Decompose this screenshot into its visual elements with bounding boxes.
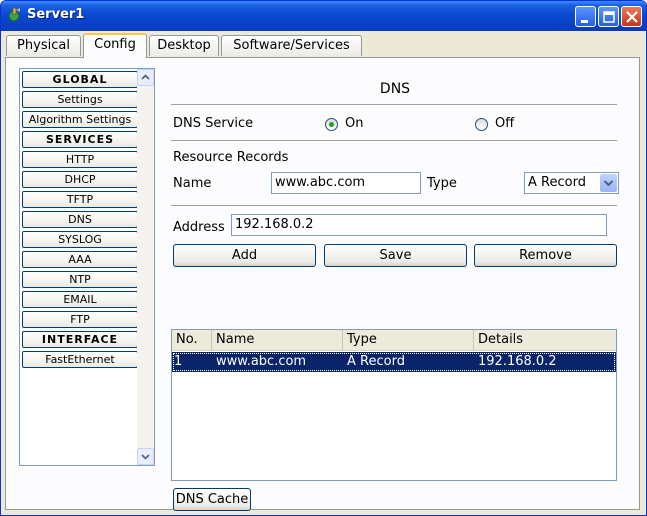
tab-config[interactable]: Config — [83, 33, 147, 58]
name-input[interactable]: www.abc.com — [271, 172, 421, 194]
scroll-up-button[interactable] — [137, 69, 154, 86]
sidebar-header-interface: INTERFACE — [22, 331, 138, 348]
chevron-down-icon — [138, 449, 153, 464]
config-sidebar: GLOBAL Settings Algorithm Settings SERVI… — [19, 68, 155, 466]
sidebar-item-aaa[interactable]: AAA — [22, 251, 138, 268]
sidebar-item-dns[interactable]: DNS — [22, 211, 138, 228]
minimize-icon — [576, 7, 597, 28]
title-bar[interactable]: Server1 — [1, 1, 646, 31]
sidebar-item-http[interactable]: HTTP — [22, 151, 138, 168]
address-input[interactable]: 192.168.0.2 — [231, 214, 607, 236]
column-header-type[interactable]: Type — [343, 330, 474, 350]
column-header-name[interactable]: Name — [212, 330, 343, 350]
column-header-no[interactable]: No. — [172, 330, 212, 350]
sidebar-item-fastethernet[interactable]: FastEthernet — [22, 351, 138, 368]
config-panel: GLOBAL Settings Algorithm Settings SERVI… — [5, 57, 640, 510]
minimize-button[interactable] — [575, 6, 596, 27]
row-no: 1 — [172, 352, 182, 372]
maximize-icon — [599, 7, 620, 28]
address-label: Address — [173, 220, 225, 235]
type-select-value: A Record — [528, 175, 586, 190]
dns-service-label: DNS Service — [173, 116, 253, 131]
row-name: www.abc.com — [214, 352, 306, 372]
add-button[interactable]: Add — [173, 244, 316, 267]
table-header: No. Name Type Details — [172, 330, 616, 351]
table-row[interactable]: 1 www.abc.com A Record 192.168.0.2 — [172, 352, 616, 372]
chevron-up-icon — [138, 70, 153, 85]
type-dropdown-button[interactable] — [600, 174, 617, 192]
dns-off-label[interactable]: Off — [495, 116, 514, 131]
sidebar-item-ftp[interactable]: FTP — [22, 311, 138, 328]
dns-on-label[interactable]: On — [345, 116, 363, 131]
close-button[interactable] — [621, 6, 642, 27]
sidebar-header-services: SERVICES — [22, 131, 138, 148]
maximize-button[interactable] — [598, 6, 619, 27]
server-app-icon — [7, 7, 23, 23]
records-table: No. Name Type Details 1 www.abc.com A Re… — [171, 329, 617, 481]
sidebar-item-syslog[interactable]: SYSLOG — [22, 231, 138, 248]
remove-button[interactable]: Remove — [474, 244, 617, 267]
dns-cache-button[interactable]: DNS Cache — [173, 488, 251, 511]
tab-physical[interactable]: Physical — [6, 35, 81, 56]
dns-on-radio[interactable] — [325, 118, 338, 131]
tab-bar: Physical Config Desktop Software/Service… — [4, 33, 644, 57]
resource-records-label: Resource Records — [173, 150, 288, 165]
tab-software-services[interactable]: Software/Services — [221, 35, 362, 56]
type-select[interactable]: A Record — [524, 172, 619, 194]
sidebar-item-algorithm-settings[interactable]: Algorithm Settings — [22, 111, 138, 128]
sidebar-header-global: GLOBAL — [22, 71, 138, 88]
close-icon — [622, 7, 643, 28]
dns-settings: DNS DNS Service On Off Resource Records … — [171, 68, 619, 498]
sidebar-item-tftp[interactable]: TFTP — [22, 191, 138, 208]
server-window: Server1 Physical Config Desktop Software… — [0, 0, 647, 516]
type-label: Type — [427, 176, 457, 191]
row-type: A Record — [345, 352, 405, 372]
sidebar-scrollbar[interactable] — [137, 69, 154, 465]
dns-off-radio[interactable] — [475, 118, 488, 131]
divider — [171, 104, 617, 106]
sidebar-item-dhcp[interactable]: DHCP — [22, 171, 138, 188]
save-button[interactable]: Save — [324, 244, 467, 267]
scroll-down-button[interactable] — [137, 448, 154, 465]
sidebar-item-settings[interactable]: Settings — [22, 91, 138, 108]
name-label: Name — [173, 176, 211, 191]
divider — [171, 205, 617, 207]
page-title: DNS — [171, 81, 619, 97]
row-details: 192.168.0.2 — [476, 352, 557, 372]
tab-desktop[interactable]: Desktop — [149, 35, 219, 56]
divider — [171, 140, 617, 142]
window-title: Server1 — [27, 7, 84, 22]
sidebar-item-ntp[interactable]: NTP — [22, 271, 138, 288]
chevron-down-icon — [600, 174, 617, 192]
sidebar-item-email[interactable]: EMAIL — [22, 291, 138, 308]
column-header-details[interactable]: Details — [474, 330, 616, 350]
